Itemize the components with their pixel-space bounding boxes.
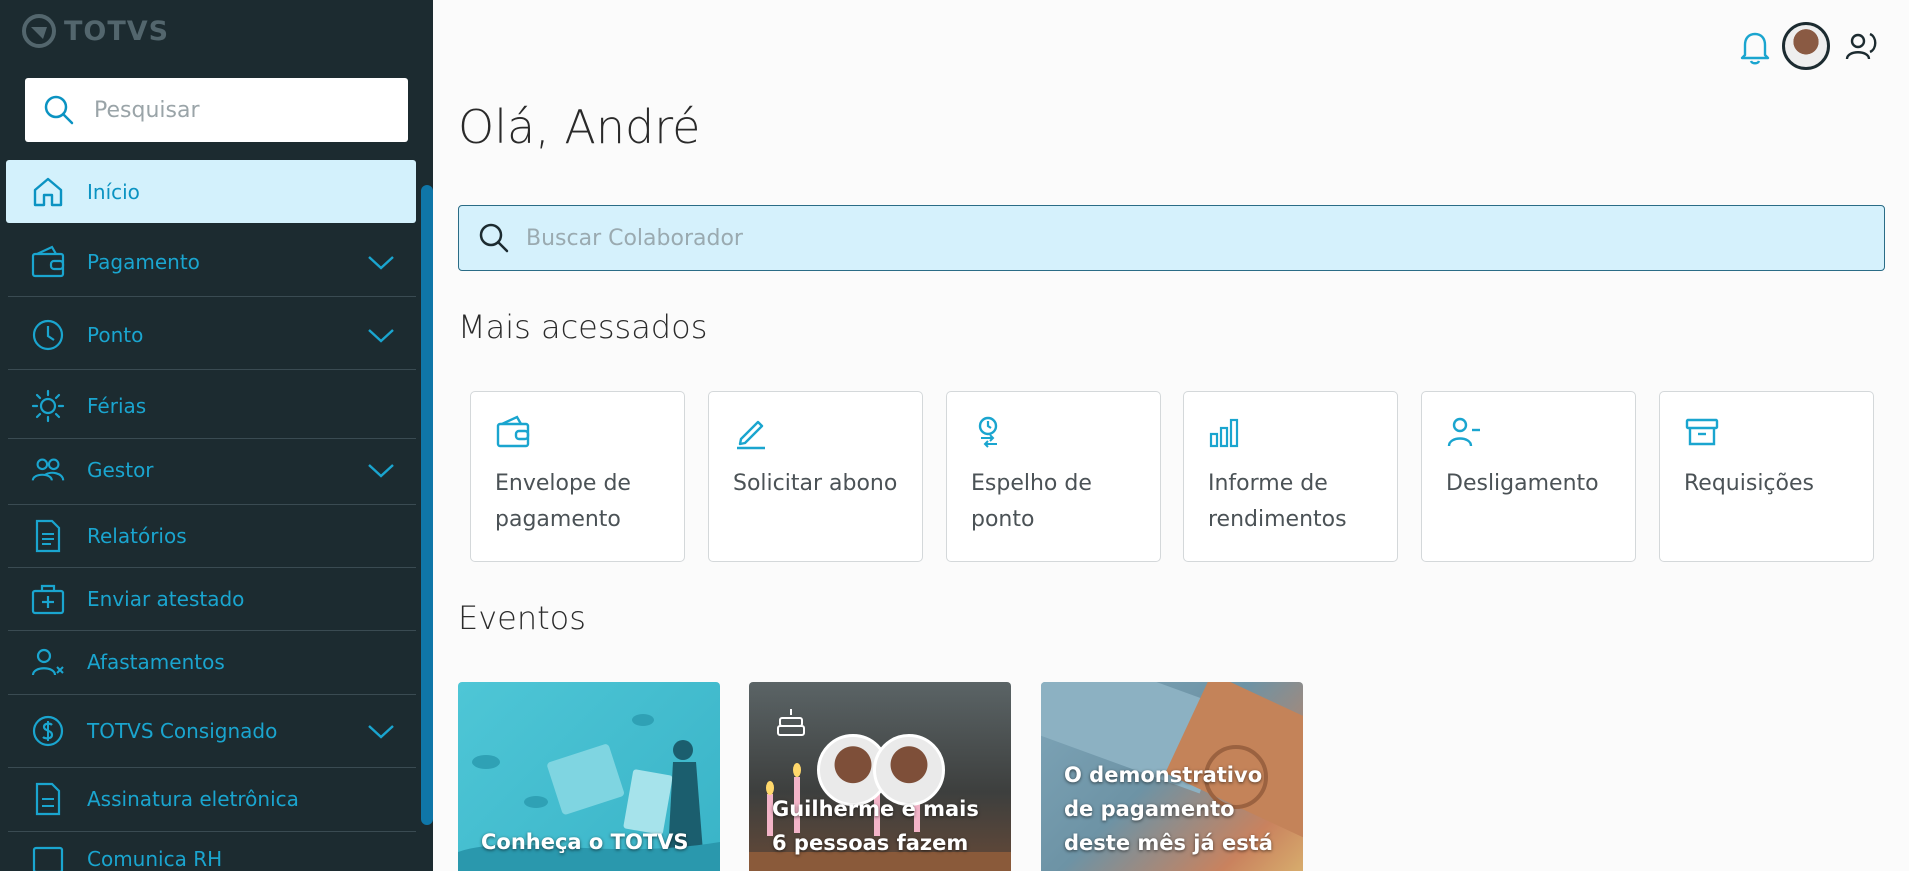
shortcut-card-label: Solicitar abono [733, 471, 898, 496]
divider [8, 369, 416, 370]
archive-box-icon [1685, 418, 1719, 446]
sidebar: TOTVS Início Pagamento Ponto Féri [0, 0, 433, 871]
sidebar-item-label: Gestor [87, 457, 154, 482]
user-minus-icon [1447, 417, 1480, 447]
shortcut-card-requisicoes[interactable]: Requisições [1659, 391, 1874, 562]
pencil-icon [737, 420, 765, 450]
chevron-down-icon[interactable] [366, 252, 396, 272]
sidebar-item-totvs-consignado[interactable]: TOTVS Consignado [6, 697, 416, 765]
shortcut-card-label: Envelope de pagamento [495, 471, 631, 532]
sidebar-item-ponto[interactable]: Ponto [6, 303, 416, 366]
dollar-circle-icon [30, 713, 66, 749]
logo-text: TOTVS [64, 15, 170, 47]
clock-transfer-icon [978, 416, 998, 448]
event-card-demonstrativo[interactable]: O demonstrativo de pagamento deste mês j… [1041, 682, 1303, 871]
message-icon [30, 841, 66, 871]
chevron-down-icon[interactable] [366, 460, 396, 480]
sidebar-item-label: Afastamentos [87, 649, 225, 674]
sidebar-item-gestor[interactable]: Gestor [6, 438, 416, 501]
event-card-conheca-totvs[interactable]: Conheça o TOTVS [458, 682, 720, 871]
search-icon [479, 223, 509, 253]
chevron-down-icon[interactable] [366, 325, 396, 345]
bell-icon[interactable] [1736, 28, 1774, 66]
clock-icon [30, 317, 66, 353]
event-card-text: Guilherme e mais 6 pessoas fazem [772, 797, 979, 855]
bar-chart-icon [1209, 418, 1239, 448]
shortcut-card-desligamento[interactable]: Desligamento [1421, 391, 1636, 562]
event-card-text: Conheça o TOTVS [481, 830, 689, 854]
shortcut-card-label: Desligamento [1446, 471, 1599, 496]
totvs-logo[interactable]: TOTVS [22, 14, 169, 48]
chevron-down-icon[interactable] [366, 721, 396, 741]
shortcut-card-envelope[interactable]: Envelope de pagamento [470, 391, 685, 562]
sidebar-search-input[interactable] [94, 97, 394, 123]
divider [8, 694, 416, 695]
sidebar-item-label: Enviar atestado [87, 586, 245, 611]
divider [8, 831, 416, 832]
sidebar-item-pagamento[interactable]: Pagamento [6, 230, 416, 293]
sidebar-item-label: Pagamento [87, 249, 200, 274]
section-title-eventos: Eventos [458, 599, 586, 637]
sidebar-item-label: Início [87, 179, 140, 204]
search-icon [44, 95, 74, 125]
wallet-icon [496, 415, 530, 448]
support-icon[interactable] [1844, 28, 1880, 64]
shortcut-card-espelho-de-ponto[interactable]: Espelho de ponto [946, 391, 1161, 562]
totvs-logo-icon [22, 14, 56, 48]
sidebar-item-inicio[interactable]: Início [6, 160, 416, 223]
sidebar-search[interactable] [25, 78, 408, 142]
sidebar-item-relatorios[interactable]: Relatórios [6, 504, 416, 567]
sidebar-item-label: Relatórios [87, 523, 187, 548]
event-card-aniversario[interactable]: Guilherme e mais 6 pessoas fazem [749, 682, 1011, 871]
sidebar-item-enviar-atestado[interactable]: Enviar atestado [6, 567, 416, 630]
sidebar-item-afastamentos[interactable]: Afastamentos [6, 630, 416, 693]
event-card-text: O demonstrativo de pagamento deste mês j… [1064, 763, 1273, 855]
sidebar-item-comunica-rh[interactable]: Comunica RH [6, 834, 416, 871]
sun-icon [30, 388, 66, 424]
signature-doc-icon [30, 781, 66, 817]
sidebar-item-ferias[interactable]: Férias [6, 374, 416, 437]
shortcut-card-label: Espelho de ponto [971, 471, 1092, 532]
people-icon [30, 452, 66, 488]
sidebar-item-label: TOTVS Consignado [87, 719, 278, 743]
section-title-mais-acessados: Mais acessados [458, 308, 708, 346]
sidebar-scrollbar[interactable] [421, 185, 433, 825]
divider [8, 296, 416, 297]
shortcut-card-solicitar-abono[interactable]: Solicitar abono [708, 391, 923, 562]
shortcut-card-label: Requisições [1684, 471, 1814, 496]
sidebar-item-label: Assinatura eletrônica [87, 786, 299, 811]
colaborador-search-input[interactable] [526, 225, 1826, 251]
shortcut-card-label: Informe de rendimentos [1208, 471, 1347, 532]
document-icon [30, 518, 66, 554]
cake-icon [777, 709, 805, 736]
sidebar-item-label: Comunica RH [87, 847, 223, 871]
colaborador-search[interactable] [458, 205, 1885, 271]
sidebar-item-assinatura-eletronica[interactable]: Assinatura eletrônica [6, 767, 416, 830]
medical-kit-icon [30, 581, 66, 617]
sidebar-item-label: Férias [87, 393, 147, 418]
wallet-icon [30, 244, 66, 280]
user-x-icon [30, 644, 66, 680]
home-icon [30, 174, 66, 210]
sidebar-item-label: Ponto [87, 322, 144, 347]
page-title: Olá, André [458, 100, 701, 154]
shortcut-card-informe-de-rendimentos[interactable]: Informe de rendimentos [1183, 391, 1398, 562]
user-avatar[interactable] [1782, 22, 1830, 70]
